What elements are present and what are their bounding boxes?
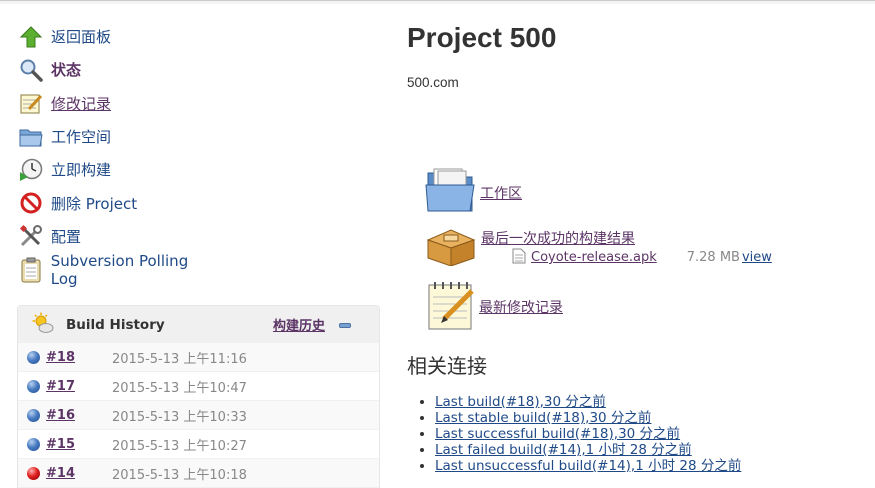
artifact-view-link[interactable]: view [742,250,772,265]
top-border [0,0,875,4]
build-date: 2015-5-13 上午11:16 [112,351,247,367]
related-links-list: Last build(#18),30 分之前 Last stable build… [435,394,741,474]
build-history-widget: Build History 构建历史 #18 2015-5-13 上午11:16… [17,305,380,488]
build-date: 2015-5-13 上午10:18 [112,467,247,483]
sidebar-item-subversion-polling-log[interactable]: Subversion Polling Log [18,251,218,288]
list-item: Last unsuccessful build(#14),1 小时 28 分之前 [435,458,741,474]
up-arrow-icon [18,24,44,50]
artifact-link[interactable]: Coyote-release.apk [531,250,657,265]
file-icon [512,248,526,267]
last-build-link[interactable]: Last build(#18),30 分之前 [435,394,606,410]
sidebar-item-label: Subversion Polling Log [50,251,189,288]
build-date: 2015-5-13 上午10:47 [112,380,247,396]
last-failed-build-link[interactable]: Last failed build(#14),1 小时 28 分之前 [435,442,692,458]
build-number-link[interactable]: #14 [46,466,112,481]
no-entry-icon [18,190,44,216]
build-number-link[interactable]: #15 [46,437,112,452]
last-unsuccessful-build-link[interactable]: Last unsuccessful build(#14),1 小时 28 分之前 [435,458,741,474]
last-success-link[interactable]: 最后一次成功的构建结果 [481,228,635,248]
sidebar-item-label: 立即构建 [51,161,112,180]
package-box-icon [424,226,478,269]
last-stable-build-link[interactable]: Last stable build(#18),30 分之前 [435,410,651,426]
build-number-link[interactable]: #17 [46,379,112,394]
list-item: Last build(#18),30 分之前 [435,394,741,410]
build-row: #18 2015-5-13 上午11:16 [18,343,379,372]
build-status-success-icon [27,379,40,393]
sidebar-item-label: 返回面板 [51,28,112,47]
artifact-size: 7.28 MB [686,250,740,265]
build-status-success-icon [27,408,40,422]
changes-link[interactable]: 最新修改记录 [479,297,563,317]
notepad-icon [18,90,44,116]
build-trend-link[interactable]: 构建历史 [273,315,325,334]
build-row: #14 2015-5-13 上午10:18 [18,459,379,488]
build-row: #15 2015-5-13 上午10:27 [18,430,379,459]
sidebar-item-workspace[interactable]: 工作空间 [18,120,218,153]
sidebar-item-build-now[interactable]: 立即构建 [18,153,218,186]
clock-build-icon [18,157,44,183]
build-number-link[interactable]: #16 [46,408,112,423]
collapse-icon[interactable] [339,323,351,328]
build-row: #17 2015-5-13 上午10:47 [18,372,379,401]
sidebar-item-status[interactable]: 状态 [18,53,218,86]
sidebar-item-back-to-dashboard[interactable]: 返回面板 [18,20,218,53]
last-successful-build-link[interactable]: Last successful build(#18),30 分之前 [435,426,680,442]
folder-icon [18,124,44,150]
changes-link-row[interactable]: 最新修改记录 [426,279,563,334]
sidebar-item-label: 修改记录 [51,94,112,113]
sidebar-item-label: 状态 [51,61,82,80]
related-links-heading: 相关连接 [407,354,487,378]
sidebar-item-configure[interactable]: 配置 [18,220,218,253]
tools-icon [18,223,44,249]
clipboard-icon [18,257,44,283]
list-item: Last stable build(#18),30 分之前 [435,410,741,426]
project-description: 500.com [407,75,459,90]
build-status-failed-icon [27,466,40,480]
large-notepad-icon [426,279,476,334]
build-date: 2015-5-13 上午10:27 [112,438,247,454]
list-item: Last failed build(#14),1 小时 28 分之前 [435,442,741,458]
workspace-link-row[interactable]: 工作区 [424,167,522,218]
build-status-success-icon [27,350,40,364]
build-status-success-icon [27,437,40,451]
large-folder-icon [424,167,476,218]
build-history-header: Build History 构建历史 [18,306,379,343]
magnifier-icon [18,57,44,83]
artifact-row: Coyote-release.apk 7.28 MB view [512,248,772,267]
build-date: 2015-5-13 上午10:33 [112,409,247,425]
sidebar-item-changes[interactable]: 修改记录 [18,87,218,120]
weather-sunny-icon [32,312,54,337]
sidebar-item-label: 工作空间 [51,128,112,147]
build-list: #18 2015-5-13 上午11:16 #17 2015-5-13 上午10… [18,343,379,488]
build-history-title: Build History [66,316,165,333]
sidebar-item-delete-project[interactable]: 删除 Project [18,186,218,219]
list-item: Last successful build(#18),30 分之前 [435,426,741,442]
build-number-link[interactable]: #18 [46,350,112,365]
page-title: Project 500 [407,22,557,53]
sidebar: 返回面板 状态 修改记录 工作空间 立即构建 删除 Project 配置 Sub… [18,20,218,288]
workspace-link[interactable]: 工作区 [480,183,522,203]
build-row: #16 2015-5-13 上午10:33 [18,401,379,430]
sidebar-item-label: 删除 Project [51,194,138,213]
sidebar-item-label: 配置 [51,227,82,246]
